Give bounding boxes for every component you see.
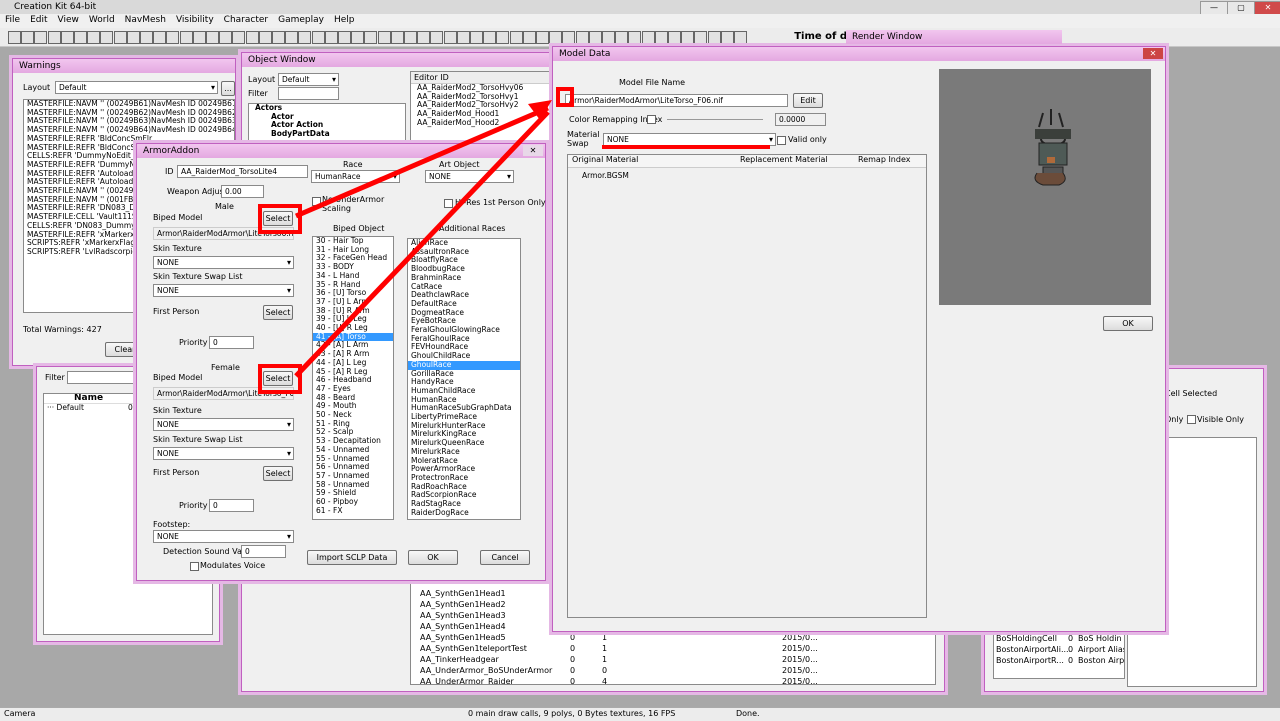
arrow-female [294, 110, 550, 378]
status-bar: Camera 0 main draw calls, 9 polys, 0 Byt… [0, 707, 1280, 721]
status-mid: 0 main draw calls, 9 polys, 0 Bytes text… [468, 709, 676, 718]
status-right: Done. [736, 709, 760, 718]
arrow-male [295, 105, 549, 219]
status-left: Camera [4, 709, 36, 718]
annotation-arrows [294, 100, 770, 378]
